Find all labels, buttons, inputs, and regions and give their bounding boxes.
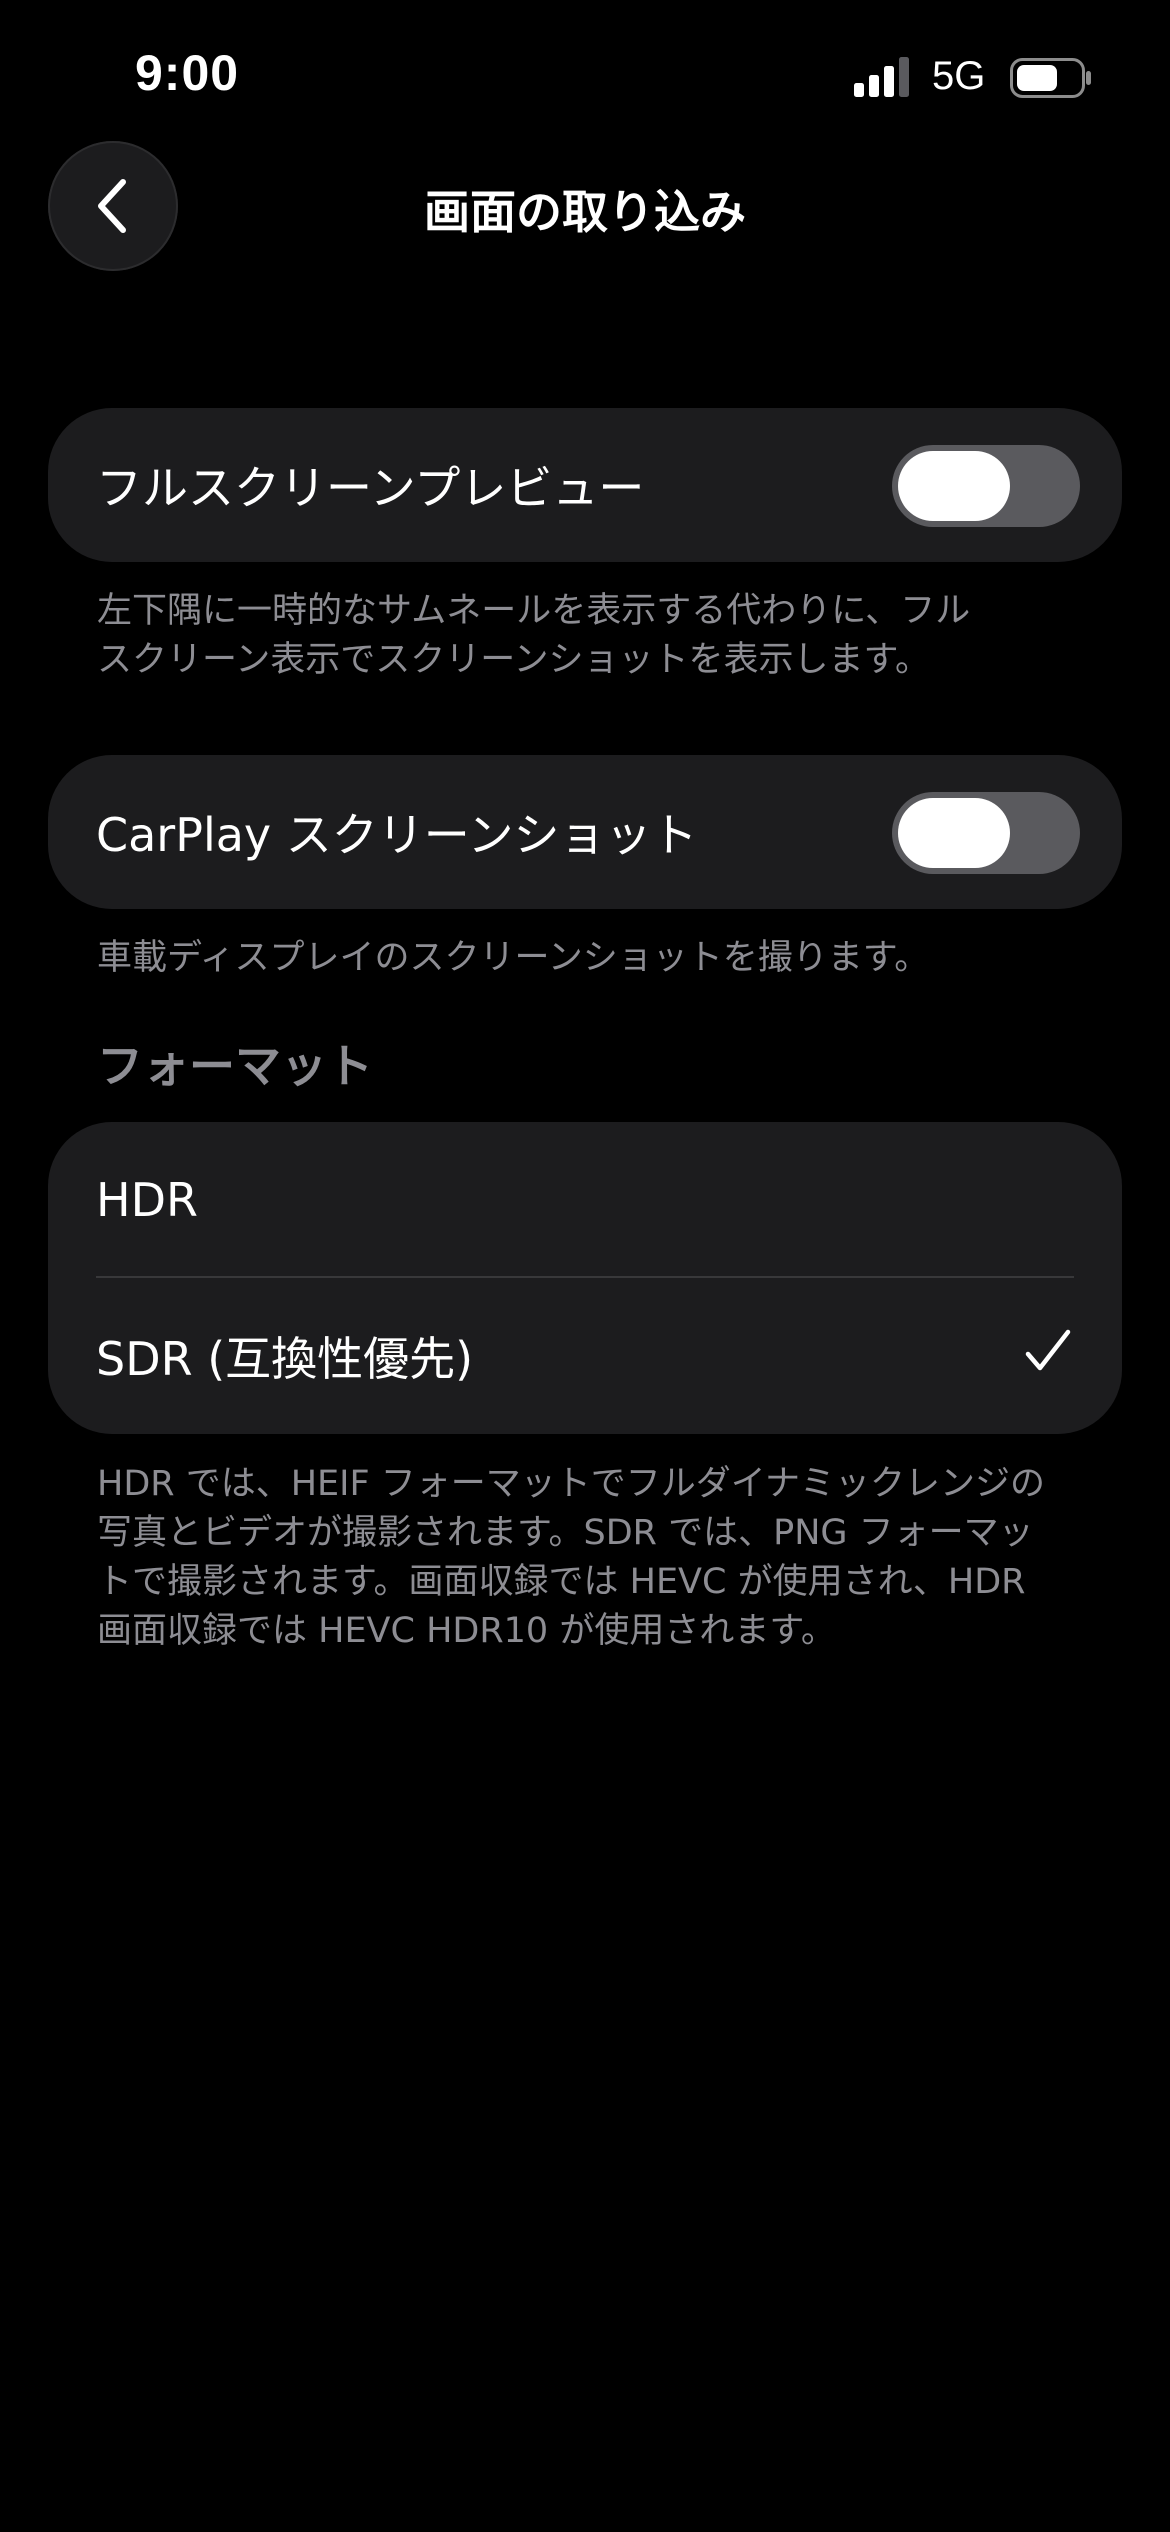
format-option-sdr[interactable]: SDR (互換性優先)	[48, 1278, 1122, 1434]
fullscreen-preview-footnote: 左下隅に一時的なサムネールを表示する代わりに、フル スクリーン表示でスクリーンシ…	[97, 587, 1087, 685]
carplay-footnote: 車載ディスプレイのスクリーンショットを撮ります。	[97, 938, 930, 978]
cellular-signal-icon	[854, 57, 909, 97]
format-group: HDR SDR (互換性優先)	[48, 1122, 1122, 1434]
format-option-label: SDR (互換性優先)	[96, 1332, 474, 1386]
footnote-line: 写真とビデオが撮影されます。SDR では、PNG フォーマッ	[97, 1513, 1034, 1553]
footnote-line: トで撮影されます。画面収録では HEVC が使用され、HDR	[97, 1562, 1026, 1602]
fullscreen-preview-group: フルスクリーンプレビュー	[48, 408, 1122, 562]
footnote-line: スクリーン表示でスクリーンショットを表示します。	[97, 640, 931, 680]
footnote-line: HDR では、HEIF フォーマットでフルダイナミックレンジの	[97, 1464, 1046, 1504]
footnote-line: 画面収録では HEVC HDR10 が使用されます。	[97, 1611, 836, 1651]
format-option-label: HDR	[96, 1173, 198, 1227]
carplay-group: CarPlay スクリーンショット	[48, 755, 1122, 909]
fullscreen-preview-row: フルスクリーンプレビュー	[48, 408, 1122, 562]
fullscreen-preview-label: フルスクリーンプレビュー	[96, 461, 645, 515]
format-section-header: フォーマット	[97, 1039, 373, 1093]
toggle-knob	[898, 798, 1010, 868]
page-title: 画面の取り込み	[424, 185, 746, 239]
status-time: 9:00	[135, 45, 240, 101]
toggle-knob	[898, 451, 1010, 521]
network-type-label: 5G	[932, 54, 986, 98]
battery-icon	[1010, 58, 1091, 98]
fullscreen-preview-toggle[interactable]	[892, 445, 1080, 527]
format-option-hdr[interactable]: HDR	[48, 1122, 1122, 1278]
footnote-line: 左下隅に一時的なサムネールを表示する代わりに、フル	[97, 591, 971, 631]
carplay-toggle[interactable]	[892, 792, 1080, 874]
carplay-row: CarPlay スクリーンショット	[48, 755, 1122, 909]
carplay-label: CarPlay スクリーンショット	[96, 808, 698, 862]
checkmark-icon	[1025, 1329, 1071, 1371]
status-bar: 9:00 5G	[0, 0, 1170, 150]
format-footnote: HDR では、HEIF フォーマットでフルダイナミックレンジの 写真とビデオが撮…	[97, 1460, 1087, 1656]
